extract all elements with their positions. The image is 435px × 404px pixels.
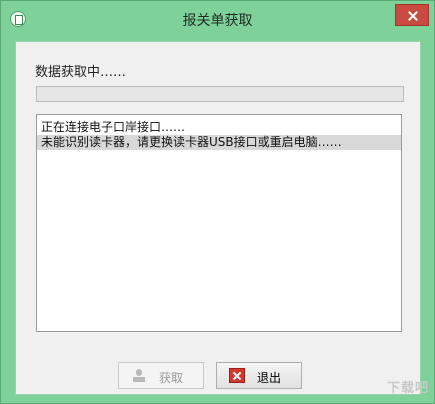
exit-button-label: 退出 <box>257 371 282 385</box>
dialog-window: 报关单获取 数据获取中…… 正在连接电子口岸接口…… 未能识别读卡器，请更换读卡… <box>0 0 435 404</box>
close-button[interactable] <box>395 4 429 26</box>
log-list[interactable]: 正在连接电子口岸接口…… 未能识别读卡器，请更换读卡器USB接口或重启电脑…… <box>36 114 402 332</box>
log-item[interactable]: 正在连接电子口岸接口…… <box>37 120 401 135</box>
dialog-body: 数据获取中…… 正在连接电子口岸接口…… 未能识别读卡器，请更换读卡器USB接口… <box>15 41 421 395</box>
exit-icon <box>229 368 245 383</box>
title-bar[interactable]: 报关单获取 <box>1 1 434 37</box>
fetch-button-label: 获取 <box>159 371 184 385</box>
log-item[interactable]: 未能识别读卡器，请更换读卡器USB接口或重启电脑…… <box>37 135 401 150</box>
user-icon <box>133 369 145 382</box>
progress-bar <box>36 86 404 102</box>
exit-button[interactable]: 退出 <box>216 362 302 389</box>
window-title: 报关单获取 <box>182 13 253 29</box>
watermark-logo: 下载吧 <box>386 381 429 396</box>
status-text: 数据获取中…… <box>35 65 127 80</box>
fetch-button[interactable]: 获取 <box>118 362 204 389</box>
